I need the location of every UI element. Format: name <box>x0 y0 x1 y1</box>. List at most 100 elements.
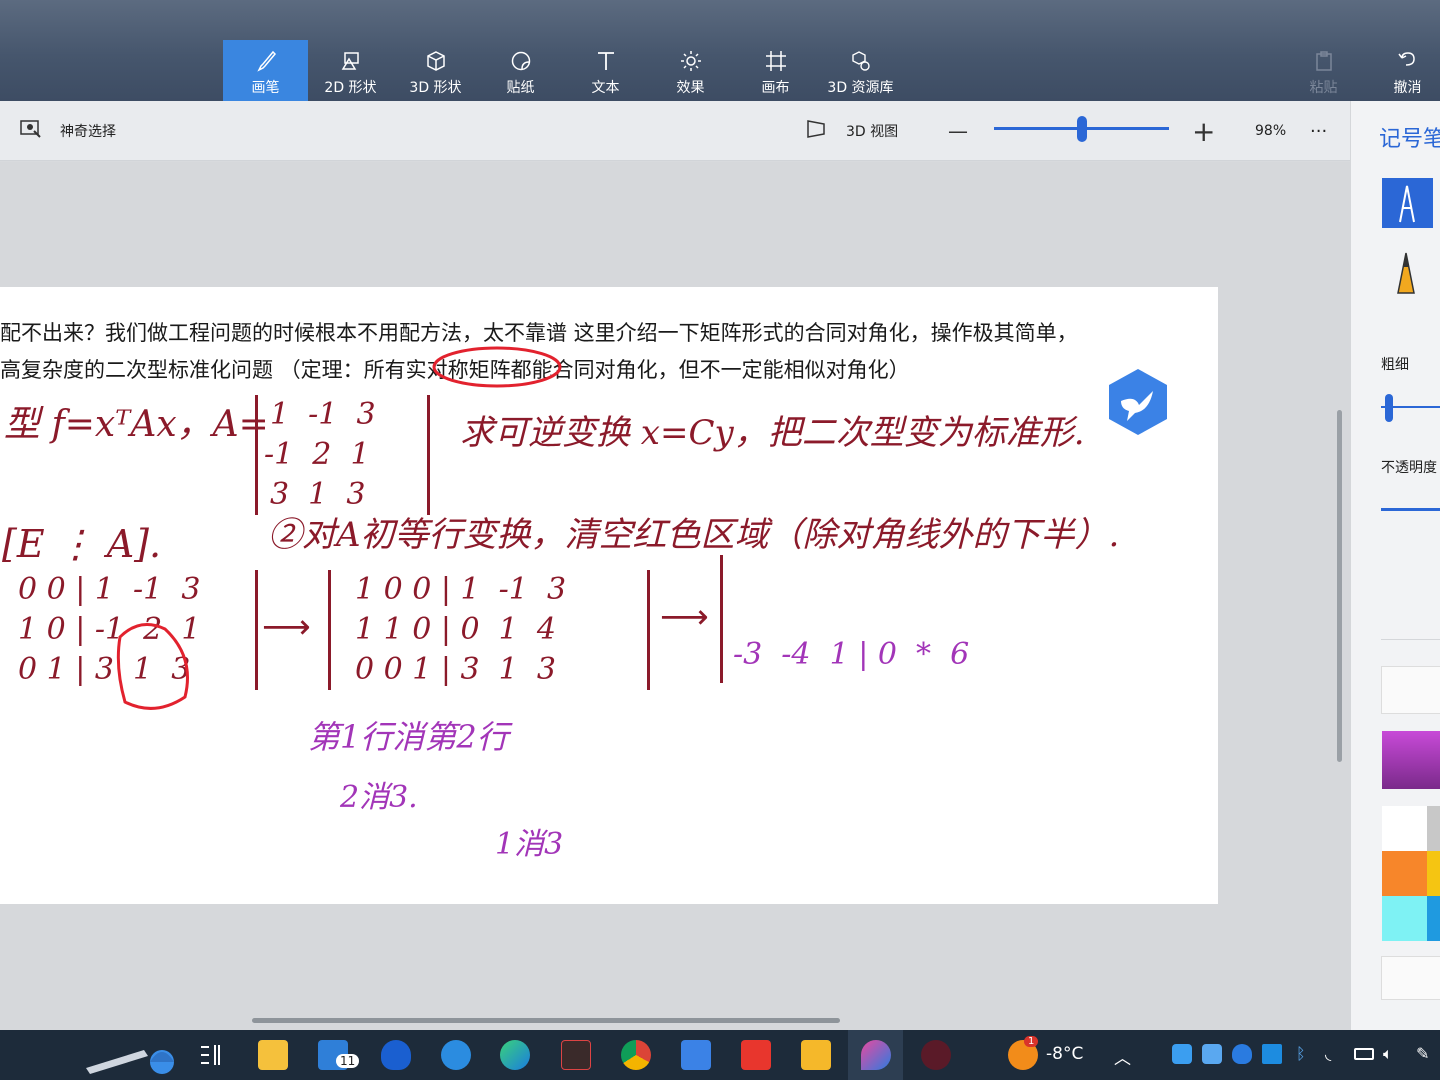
matrix-row: 0 0 | 1 -1 3 <box>18 572 201 607</box>
tray-app-icon[interactable] <box>1172 1044 1192 1064</box>
tool-label: 文本 <box>591 80 620 96</box>
halo-icon[interactable] <box>561 1040 591 1070</box>
color-swatch[interactable] <box>1382 806 1427 851</box>
augmented-matrix-3: -3 -4 1 | 0 * 6 <box>720 555 1060 683</box>
volume-icon[interactable]: 🔈︎ <box>1383 1044 1393 1064</box>
tool-2d-shapes[interactable]: 2D 形状 <box>308 40 393 101</box>
weather-temperature[interactable]: -8°C <box>1046 1044 1083 1064</box>
top-ribbon: 画笔 2D 形状 3D 形状 贴纸 文本 效果 画布 3D 资源库 粘贴 撤消 <box>0 0 1440 101</box>
red-circle-annotation <box>116 623 189 710</box>
tool-label: 效果 <box>676 80 705 96</box>
wifi-icon[interactable]: ◟ <box>1325 1044 1331 1063</box>
handwritten-augmented: [E ⋮ A]. <box>2 522 162 566</box>
zoom-percentage[interactable]: 98% <box>1255 101 1286 161</box>
marker-icon <box>1399 185 1415 223</box>
tray-shield-icon[interactable] <box>1232 1044 1252 1064</box>
paste-button[interactable]: 粘贴 <box>1281 40 1366 101</box>
taskbar: 11 1 -8°C ︿ ᛒ ◟ 🔈︎ ✎ <box>0 1030 1440 1080</box>
wps-icon[interactable] <box>741 1040 771 1070</box>
weather-widget-icon[interactable] <box>84 1036 176 1076</box>
pen-icon[interactable]: ✎ <box>1416 1044 1429 1063</box>
pencil-brush-option[interactable] <box>1391 249 1421 301</box>
color-swatch[interactable] <box>1427 851 1440 896</box>
handwritten-quadratic-form: 型 f=xᵀAx，A= <box>4 404 269 445</box>
handwritten-task: 求可逆变换 x=Cy，把二次型变为标准形. <box>460 413 1085 453</box>
color-swatch[interactable] <box>1382 896 1427 941</box>
tool-brush[interactable]: 画笔 <box>223 40 308 101</box>
tray-network-app-icon[interactable] <box>1262 1044 1282 1064</box>
notes-icon[interactable] <box>801 1040 831 1070</box>
tool-label: 3D 形状 <box>409 80 462 96</box>
tool-label: 2D 形状 <box>324 80 377 96</box>
tool-canvas[interactable]: 画布 <box>733 40 818 101</box>
opacity-label: 不透明度 <box>1381 460 1437 476</box>
stickers-icon <box>478 50 563 72</box>
current-color-swatch[interactable] <box>1382 731 1440 789</box>
effects-icon <box>648 50 733 72</box>
view-3d-label: 3D 视图 <box>846 124 899 140</box>
color-swatch[interactable] <box>1427 806 1440 851</box>
custom-color-button[interactable] <box>1381 956 1440 1000</box>
zoom-out-button[interactable]: — <box>948 101 968 161</box>
tool-3d-shapes[interactable]: 3D 形状 <box>393 40 478 101</box>
marker-brush-option[interactable] <box>1382 178 1433 228</box>
tool-label: 贴纸 <box>506 80 535 96</box>
paste-icon <box>1281 50 1366 72</box>
file-explorer-icon[interactable] <box>258 1040 288 1070</box>
color-swatch[interactable] <box>1427 896 1440 941</box>
undo-button[interactable]: 撤消 <box>1365 40 1440 101</box>
handwritten-note: 2消3. <box>340 780 418 815</box>
brush-icon <box>223 50 308 72</box>
more-options-button[interactable]: ··· <box>1310 101 1327 161</box>
tool-stickers[interactable]: 贴纸 <box>478 40 563 101</box>
bird-app-logo <box>1109 369 1167 435</box>
view-3d-icon <box>806 119 826 143</box>
chevron-up-icon[interactable]: ︿ <box>1114 1044 1131 1069</box>
paint3d-icon[interactable] <box>861 1040 891 1070</box>
magic-select-button[interactable]: 神奇选择 <box>20 101 116 161</box>
mail-icon[interactable]: 11 <box>318 1040 360 1070</box>
color-swatch[interactable] <box>1382 851 1427 896</box>
3d-shapes-icon <box>393 50 478 72</box>
handwritten-step2: ②对A初等行变换，清空红色区域（除对角线外的下半）. <box>268 507 1119 556</box>
canvas-document[interactable]: 配不出来？我们做工程问题的时候根本不用配方法，太不靠谱 这里介绍一下矩阵形式的合… <box>0 287 1218 904</box>
matrix-row: 1 1 0 | 0 1 4 <box>355 612 556 647</box>
vertical-scrollbar[interactable] <box>1337 410 1342 762</box>
add-color-button[interactable] <box>1381 666 1440 714</box>
red-circle-annotation <box>432 346 562 388</box>
brush-panel: 记号笔 粗细 不透明度 <box>1350 101 1440 1030</box>
zoom-slider-thumb[interactable] <box>1076 116 1087 142</box>
tool-text[interactable]: 文本 <box>563 40 648 101</box>
edge-icon[interactable] <box>500 1040 530 1070</box>
undo-icon <box>1365 50 1440 72</box>
feishu-icon[interactable] <box>681 1040 711 1070</box>
augmented-matrix-2: 1 0 0 | 1 -1 3 1 1 0 | 0 1 4 0 0 1 | 3 1… <box>328 570 650 690</box>
chrome-icon[interactable] <box>621 1040 651 1070</box>
matrix-row: -3 -4 1 | 0 * 6 <box>733 637 970 672</box>
app-icon[interactable] <box>921 1040 951 1070</box>
tray-app-icon[interactable] <box>1202 1044 1222 1064</box>
arrow-icon: ⟶ <box>262 607 311 647</box>
bluetooth-icon[interactable]: ᛒ <box>1296 1044 1306 1063</box>
tool-effects[interactable]: 效果 <box>648 40 733 101</box>
document-text-line: 配不出来？我们做工程问题的时候根本不用配方法，太不靠谱 这里介绍一下矩阵形式的合… <box>0 321 1078 345</box>
thickness-label: 粗细 <box>1381 357 1409 373</box>
paste-label: 粘贴 <box>1309 80 1338 96</box>
widgets-icon[interactable] <box>197 1040 227 1070</box>
battery-icon[interactable] <box>1354 1048 1374 1060</box>
panel-title: 记号笔 <box>1379 127 1440 152</box>
weather-badge: 1 <box>1024 1036 1039 1047</box>
tool-label: 画布 <box>761 80 790 96</box>
handwritten-step2-text: ②对A初等行变换，清空红色区域（除对角线外的下半）. <box>268 515 1120 555</box>
zoom-in-button[interactable]: + <box>1192 101 1215 161</box>
view-3d-button[interactable]: 3D 视图 <box>806 101 898 161</box>
weather-sun-icon[interactable]: 1 <box>1008 1036 1039 1070</box>
tool-3d-library[interactable]: 3D 资源库 <box>818 40 903 101</box>
horizontal-scrollbar[interactable] <box>252 1018 840 1023</box>
thickness-slider-thumb[interactable] <box>1385 394 1393 422</box>
matrix-row: 0 0 1 | 3 1 3 <box>355 652 556 687</box>
shield-app-icon[interactable] <box>381 1040 411 1070</box>
opacity-slider[interactable] <box>1381 508 1440 511</box>
canvas-icon <box>733 50 818 72</box>
ie-icon[interactable] <box>441 1040 471 1070</box>
